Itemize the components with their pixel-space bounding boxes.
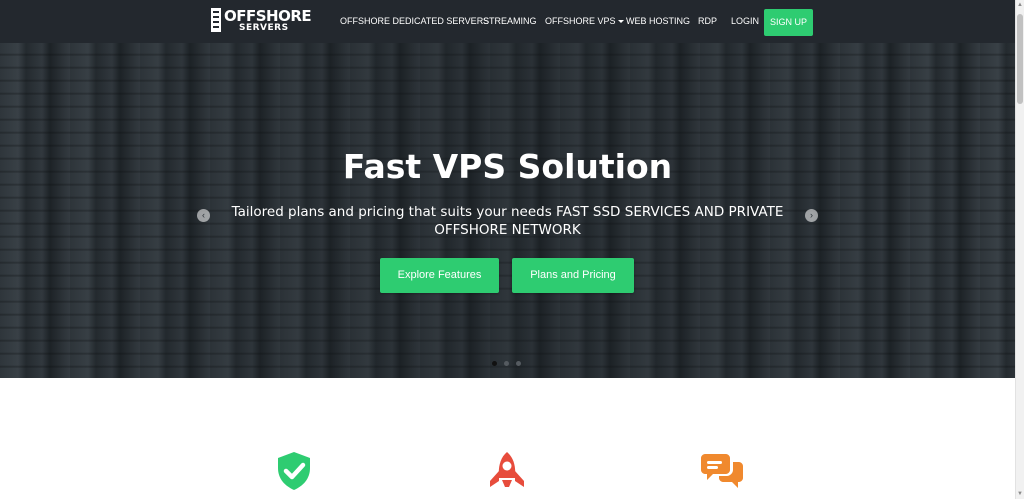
page-scrollbar[interactable]: ▲ ▼ xyxy=(1015,0,1024,499)
signup-button[interactable]: SIGN UP xyxy=(764,9,813,36)
nav-web-hosting[interactable]: WEB HOSTING xyxy=(626,0,690,43)
rocket-icon xyxy=(490,452,524,487)
offshore-servers-logo[interactable]: OFFSHORE SERVERS xyxy=(211,8,312,33)
carousel-next-icon[interactable]: › xyxy=(805,209,818,222)
top-navbar: OFFSHORE SERVERS OFFSHORE DEDICATED SERV… xyxy=(0,0,1015,43)
plans-and-pricing-button[interactable]: Plans and Pricing xyxy=(512,258,634,293)
explore-features-button[interactable]: Explore Features xyxy=(380,258,499,293)
hero-carousel: Fast VPS Solution Tailored plans and pri… xyxy=(0,43,1015,378)
carousel-prev-icon[interactable]: ‹ xyxy=(197,209,210,222)
chat-bubbles-icon xyxy=(701,454,743,488)
server-rack-icon xyxy=(211,8,221,32)
carousel-dot-2[interactable] xyxy=(504,361,509,366)
scroll-down-icon[interactable]: ▼ xyxy=(1017,490,1023,498)
shield-check-icon xyxy=(278,452,310,490)
carousel-indicators xyxy=(492,353,528,371)
carousel-dot-1[interactable] xyxy=(492,361,497,366)
nav-offshore-dedicated-servers[interactable]: OFFSHORE DEDICATED SERVERS xyxy=(340,0,489,43)
nav-login[interactable]: LOGIN xyxy=(731,0,759,43)
hero-subtitle: Tailored plans and pricing that suits yo… xyxy=(231,204,784,238)
nav-streaming[interactable]: STREAMING xyxy=(483,0,537,43)
nav-rdp[interactable]: RDP xyxy=(698,0,717,43)
logo-text-line1: OFFSHORE xyxy=(224,7,312,25)
carousel-dot-3[interactable] xyxy=(516,361,521,366)
hero-title: Fast VPS Solution xyxy=(342,147,673,186)
scrollbar-thumb[interactable] xyxy=(1017,14,1023,104)
logo-text-line2: SERVERS xyxy=(239,23,289,33)
scroll-up-icon[interactable]: ▲ xyxy=(1017,1,1023,9)
nav-offshore-vps-dropdown[interactable]: OFFSHORE VPS xyxy=(545,0,624,43)
chevron-down-icon xyxy=(617,20,624,24)
nav-offshore-vps-label: OFFSHORE VPS xyxy=(545,16,616,26)
